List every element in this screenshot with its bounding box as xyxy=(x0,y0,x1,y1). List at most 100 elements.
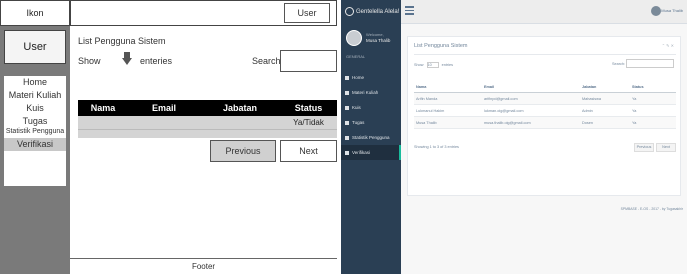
previous-button[interactable]: Previous xyxy=(634,143,654,152)
cell-jabatan xyxy=(200,116,280,129)
header-jabatan: Jabatan xyxy=(222,103,257,113)
header-jabatan[interactable]: Jabatan xyxy=(580,81,630,92)
cell-email: lukman.oig@gmail.com xyxy=(484,109,524,113)
profile: Welcome, Musa Thalib GENERAL xyxy=(341,24,401,70)
user-button[interactable]: User xyxy=(284,3,330,23)
sidebar-item-label: Materi Kuliah xyxy=(352,90,379,95)
sidebar-item-materi-kuliah[interactable]: Materi Kuliah xyxy=(341,85,401,100)
show-entries: Show 10 entries xyxy=(414,62,453,68)
menu-toggle-icon[interactable] xyxy=(405,6,414,15)
topbar-username[interactable]: Musa Thalib xyxy=(661,8,683,13)
users-table: Nama Email Jabatan Status Arifin Manda a… xyxy=(414,81,676,129)
next-button[interactable]: Next xyxy=(280,140,337,162)
sidebar-item-kuis[interactable]: Kuis xyxy=(341,100,401,115)
cell-status[interactable]: Ya/Tidak xyxy=(280,116,337,129)
cell-jabatan: Dosen xyxy=(582,121,593,125)
entries-select-value: 10 xyxy=(427,63,432,67)
cell-nama xyxy=(78,116,128,129)
table-row: Ya/Tidak xyxy=(78,116,337,130)
wireframe-topbar: User xyxy=(70,0,337,26)
table-info: Showing 1 to 3 of 3 entries xyxy=(414,145,459,149)
cell-status: Ya xyxy=(632,97,637,101)
sidebar-item-home[interactable]: Home xyxy=(341,70,401,85)
previous-button[interactable]: Previous xyxy=(210,140,276,162)
admin-screenshot: Gentelella Alela! Welcome, Musa Thalib G… xyxy=(341,0,687,274)
users-table: Nama Email Jabatan Status Ya/Tidak xyxy=(78,100,337,138)
header-email: Email xyxy=(151,103,176,113)
avatar[interactable] xyxy=(651,6,661,16)
cell-email xyxy=(128,116,200,129)
footer: SPMBASE - E-OS - 2017 - by Tugasakhir xyxy=(620,207,683,211)
cell-nama: Arifin Manda xyxy=(416,97,438,101)
cell-status: Ya xyxy=(632,121,637,125)
sidebar-item-label: Kuis xyxy=(352,105,361,110)
table-row: Musa Thalib musa.thalib.oig@gmail.com Do… xyxy=(414,117,676,129)
menu-item-verifikasi[interactable]: Verifikasi xyxy=(4,138,66,151)
dropdown-arrow-icon[interactable] xyxy=(122,52,132,66)
cell-nama: Lukmanul Hakim xyxy=(416,109,445,113)
file-icon xyxy=(345,120,349,125)
search-input[interactable] xyxy=(280,50,337,72)
table-row xyxy=(78,130,337,138)
book-icon xyxy=(345,90,349,95)
wireframe-mockup: Ikon User Home Materi Kuliah Kuis Tugas … xyxy=(0,0,340,274)
menu-item-statistik-pengguna[interactable]: Statistik Pengguna xyxy=(4,128,66,136)
brand-label: Gentelella Alela! xyxy=(356,9,400,15)
sidebar-item-label: Statistik Pengguna xyxy=(352,135,390,140)
wireframe-content: List Pengguna Sistem Show enteries Searc… xyxy=(70,26,337,260)
users-panel: List Pengguna Sistem ⌃ ✎ ✕ Show 10 entri… xyxy=(407,36,681,196)
table-row: Lukmanul Hakim lukman.oig@gmail.com Admi… xyxy=(414,105,676,117)
avatar xyxy=(346,30,362,46)
divider xyxy=(414,54,676,55)
sidebar-item-label: Verifikasi xyxy=(352,150,371,155)
menu-item-materi-kuliah[interactable]: Materi Kuliah xyxy=(4,89,66,102)
search-label: Search xyxy=(252,56,281,66)
search-input[interactable] xyxy=(626,59,674,68)
admin-sidebar: Gentelella Alela! Welcome, Musa Thalib G… xyxy=(341,0,401,274)
table-header: Nama Email Jabatan Status xyxy=(78,100,337,116)
menu-item-kuis[interactable]: Kuis xyxy=(4,102,66,115)
wireframe-menu: Home Materi Kuliah Kuis Tugas Statistik … xyxy=(4,76,66,186)
home-icon xyxy=(345,75,349,80)
sidebar-item-statistik[interactable]: Statistik Pengguna xyxy=(341,130,401,145)
header-status: Status xyxy=(294,103,323,113)
sidebar-item-label: Home xyxy=(352,75,365,80)
panel-title: List Pengguna Sistem xyxy=(414,43,468,49)
table-row: Arifin Manda arifinpd@gmail.com Mahasisw… xyxy=(414,93,676,105)
user-box: User xyxy=(4,30,66,64)
section-label: GENERAL xyxy=(346,54,366,59)
show-label: Show xyxy=(414,63,424,67)
footer: Footer xyxy=(70,258,337,274)
paw-icon xyxy=(345,6,354,16)
menu-item-tugas[interactable]: Tugas xyxy=(4,115,66,128)
edit-icon xyxy=(345,105,349,110)
cell-email: musa.thalib.oig@gmail.com xyxy=(484,121,531,125)
header-nama[interactable]: Nama xyxy=(414,81,482,92)
next-button[interactable]: Next xyxy=(656,143,676,152)
header-email[interactable]: Email xyxy=(482,81,580,92)
brand[interactable]: Gentelella Alela! xyxy=(341,0,401,24)
table-header: Nama Email Jabatan Status xyxy=(414,81,676,93)
profile-name: Musa Thalib xyxy=(366,38,391,43)
sidebar-item-tugas[interactable]: Tugas xyxy=(341,115,401,130)
entries-label: enteries xyxy=(140,56,173,66)
sidebar-item-label: Tugas xyxy=(352,120,365,125)
cell-status: Ya xyxy=(632,109,637,113)
cell-nama: Musa Thalib xyxy=(416,121,437,125)
header-status[interactable]: Status xyxy=(630,81,676,92)
show-label: Show xyxy=(78,56,101,66)
admin-topbar: Musa Thalib xyxy=(401,0,687,24)
welcome-label: Welcome, xyxy=(366,32,384,37)
bar-chart-icon xyxy=(345,135,349,140)
cell-email: arifinpd@gmail.com xyxy=(484,97,518,101)
check-icon xyxy=(345,150,349,155)
sidebar-item-verifikasi[interactable]: Verifikasi xyxy=(341,145,401,160)
entries-label: entries xyxy=(441,63,454,67)
menu-item-home[interactable]: Home xyxy=(4,76,66,89)
page-title: List Pengguna Sistem xyxy=(78,36,166,46)
cell-jabatan: Admin xyxy=(582,109,593,113)
panel-tools-icon[interactable]: ⌃ ✎ ✕ xyxy=(662,43,674,48)
entries-select[interactable]: 10 xyxy=(426,62,439,68)
cell-jabatan: Mahasiswa xyxy=(582,97,601,101)
icon-placeholder: Ikon xyxy=(0,0,70,26)
